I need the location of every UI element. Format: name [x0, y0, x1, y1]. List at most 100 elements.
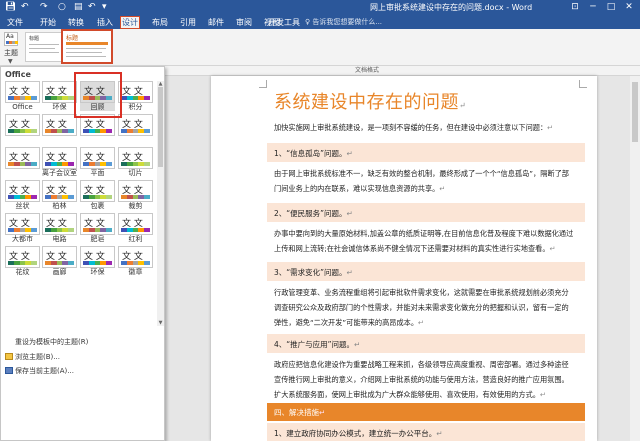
theme-tile[interactable]: 文 文红利 — [118, 213, 153, 243]
theme-tile[interactable]: 文 文平面 — [80, 147, 115, 177]
color-swatch — [68, 228, 74, 232]
design-ribbon: Aa 主题 ▼ 标题 标题 — [0, 29, 640, 66]
theme-preview: 文 文 — [42, 246, 77, 268]
section-4-body: 政府应把信息化建设作为重要战略工程来抓，各级领导应高度重视、周密部署。通过多种途… — [274, 360, 569, 399]
reset-theme-label: 重设为模板中的主题(R) — [15, 338, 89, 346]
color-swatch — [144, 96, 150, 100]
theme-tile[interactable]: 文 文肥皂 — [80, 213, 115, 243]
style-set-thumb-1[interactable]: 标题 — [25, 32, 63, 62]
section-1-title: 1、“信息孤岛”问题。↵ — [274, 149, 353, 158]
theme-name: 画廊 — [52, 268, 67, 276]
redo-icon[interactable]: ↷ — [40, 2, 48, 13]
theme-tile[interactable]: 文 文切片 — [118, 147, 153, 177]
theme-preview: 文 文 — [5, 213, 40, 235]
panel-header: Office — [5, 70, 31, 79]
theme-tile[interactable]: 文 文大都市 — [5, 213, 40, 243]
tab-layout[interactable]: 布局 — [150, 16, 170, 29]
maximize-button[interactable]: □ — [604, 1, 618, 14]
group-label: 文档格式 — [355, 67, 380, 74]
color-swatch — [106, 162, 112, 166]
theme-tile[interactable]: 文 文电路 — [42, 213, 77, 243]
ribbon-tabs: 文件 开始 转换 插入 设计 布局 引用 邮件 审阅 视图 开发工具 ♀ 告诉我… — [0, 15, 640, 29]
tell-me-text: 告诉我您想要做什么... — [312, 18, 383, 26]
themes-button[interactable]: Aa 主题 ▼ — [2, 31, 20, 65]
theme-name: 平面 — [90, 169, 105, 177]
theme-preview: 文 文 — [42, 213, 77, 235]
tab-file[interactable]: 文件 — [5, 16, 25, 29]
color-swatch — [106, 129, 112, 133]
themes-label: 主题 — [4, 49, 18, 57]
theme-tile[interactable]: 文 文积分 — [118, 81, 153, 111]
margin-corner-mark — [259, 80, 267, 88]
browse-themes-link[interactable]: 浏览主题(B)... — [5, 352, 60, 362]
tab-design[interactable]: 设计 — [120, 16, 140, 29]
tab-convert[interactable]: 转换 — [66, 16, 86, 29]
save-theme-link[interactable]: 保存当前主题(A)... — [5, 366, 74, 376]
reset-theme-link[interactable]: 重设为模板中的主题(R) — [5, 337, 88, 347]
theme-tile[interactable]: 文 文 — [5, 147, 40, 177]
theme-tile[interactable]: 文 文环保 — [80, 246, 115, 276]
document-icon[interactable]: ▤ — [74, 2, 83, 13]
undo2-icon[interactable]: ↶ — [88, 2, 96, 13]
last-band-title: 1、建立政府协同办公模式，建立统一办公平台。↵ — [274, 429, 443, 438]
color-swatch — [31, 228, 37, 232]
section-4-title: 4、“推广与应用”问题。↵ — [274, 340, 361, 349]
tab-developer[interactable]: 开发工具 — [266, 16, 302, 29]
save-theme-label: 保存当前主题(A)... — [15, 367, 74, 375]
minimize-button[interactable]: ─ — [586, 1, 600, 14]
theme-preview: 文 文 — [42, 147, 77, 169]
panel-scrollbar[interactable]: ▲ ▼ — [157, 81, 164, 326]
theme-preview: 文 文 — [5, 180, 40, 202]
theme-tile[interactable]: 文 文 — [80, 114, 115, 144]
theme-tile[interactable]: 文 文 — [5, 114, 40, 144]
style-thumb-title: 标题 — [29, 36, 40, 42]
theme-tile[interactable]: 文 文柏林 — [42, 180, 77, 210]
save-icon[interactable]: 💾︎ — [5, 2, 16, 13]
theme-tile[interactable]: 文 文包裹 — [80, 180, 115, 210]
scroll-down-icon[interactable]: ▼ — [157, 320, 164, 326]
theme-tile[interactable]: 文 文花纹 — [5, 246, 40, 276]
theme-tile[interactable]: 文 文环保 — [42, 81, 77, 111]
document-page[interactable]: 系统建设中存在的问题↵ 加快实施网上审批系统建设，是一项刻不容缓的任务，但在建设… — [211, 76, 597, 441]
theme-name: 包裹 — [90, 202, 105, 210]
color-swatch — [68, 195, 74, 199]
theme-tile[interactable]: 文 文丝状 — [5, 180, 40, 210]
section-1-body: 由于网上审批系统标准不一，缺乏有效的整合机制，最终形成了一个个“信息孤岛”，隔断… — [274, 169, 569, 193]
tab-mailings[interactable]: 邮件 — [206, 16, 226, 29]
color-swatch — [144, 129, 150, 133]
theme-name: 电路 — [52, 235, 67, 243]
undo-icon[interactable]: ↶ — [21, 2, 29, 13]
ribbon-display-button[interactable]: ⊡ — [568, 1, 582, 14]
theme-tile[interactable]: 文 文 — [118, 114, 153, 144]
tab-insert[interactable]: 插入 — [95, 16, 115, 29]
scroll-thumb[interactable] — [158, 87, 163, 167]
document-title: 网上审批系统建设中存在的问题.docx - Word — [370, 3, 533, 12]
circle-icon[interactable]: ○ — [58, 2, 66, 13]
theme-preview: 文 文 — [5, 246, 40, 268]
heading-text: 系统建设中存在的问题 — [274, 92, 459, 113]
theme-tile[interactable]: 文 文画廊 — [42, 246, 77, 276]
section-2-body: 办事中要向到的大量原始材料,加盖公章的纸质证明等,在目前信息化普及程度下难以数据… — [274, 229, 574, 253]
tab-review[interactable]: 审阅 — [234, 16, 254, 29]
theme-tile[interactable]: 文 文裁剪 — [118, 180, 153, 210]
close-button[interactable]: ✕ — [622, 1, 636, 14]
tell-me-search[interactable]: ♀ 告诉我您想要做什么... — [305, 16, 382, 29]
color-swatch — [106, 228, 112, 232]
tab-home[interactable]: 开始 — [38, 16, 58, 29]
theme-tile[interactable]: 文 文 — [42, 114, 77, 144]
theme-tile[interactable]: 文 文徽章 — [118, 246, 153, 276]
customize-toolbar-icon[interactable]: ▾ — [102, 2, 107, 13]
color-swatch — [106, 261, 112, 265]
theme-tile[interactable]: 文 文 Office — [5, 81, 40, 111]
theme-preview: 文 文 — [80, 180, 115, 202]
theme-preview: 文 文 — [5, 147, 40, 169]
tab-references[interactable]: 引用 — [178, 16, 198, 29]
color-swatch — [31, 96, 37, 100]
style-set-thumb-selected[interactable]: 标题 — [61, 29, 113, 64]
scroll-thumb[interactable] — [632, 82, 638, 142]
document-heading: 系统建设中存在的问题↵ — [274, 92, 467, 113]
document-scrollbar[interactable] — [630, 76, 640, 441]
section-3-body: 行政管理变革、业务流程重组将引起审批软件需求变化，这就需要在审批系统规划前必须充… — [274, 288, 569, 327]
theme-tile[interactable]: 文 文离子会议室 — [42, 147, 77, 177]
theme-preview: 文 文 — [80, 246, 115, 268]
